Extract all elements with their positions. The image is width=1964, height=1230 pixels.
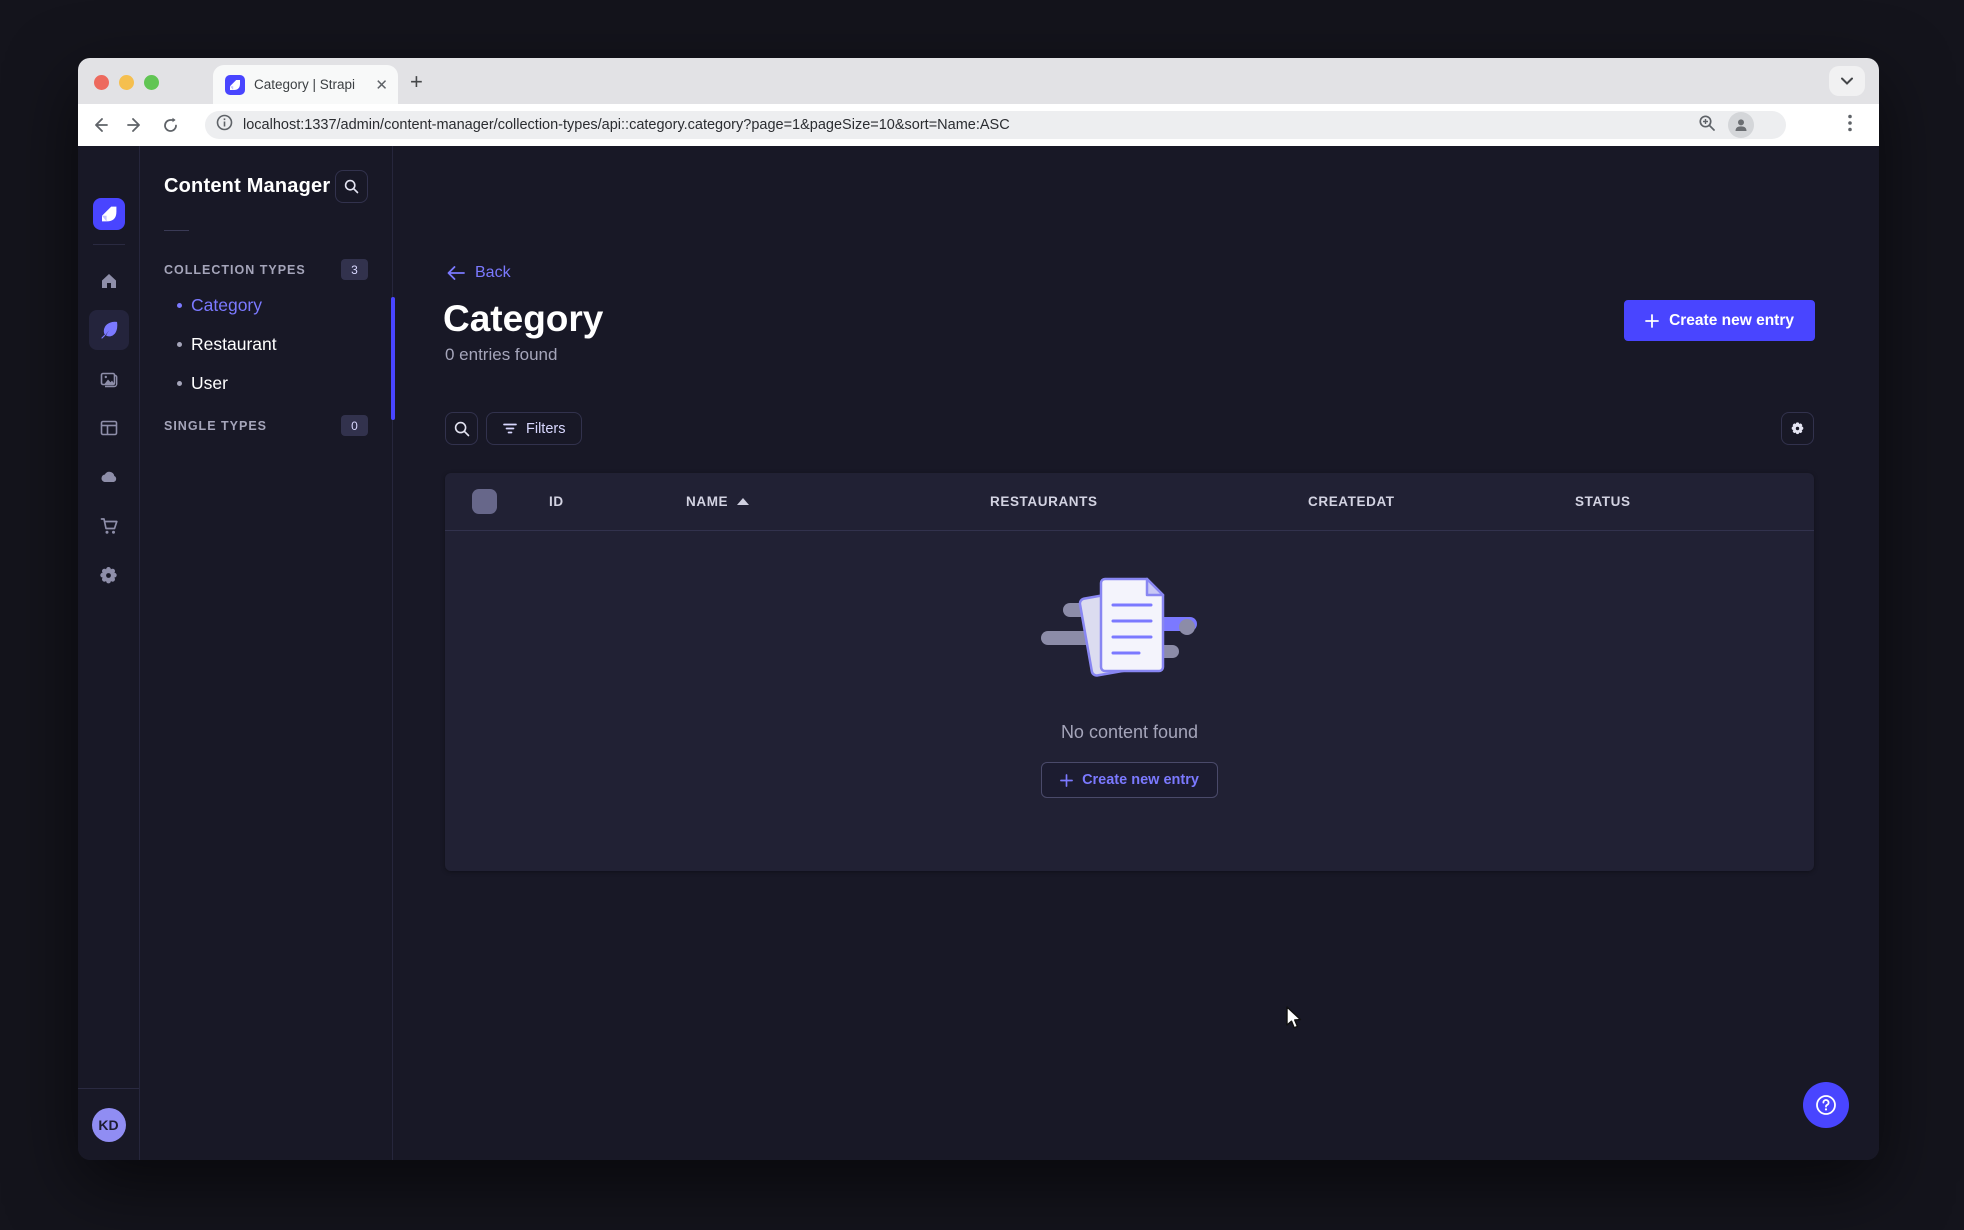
- subnav-item-label: User: [191, 373, 228, 393]
- empty-state: No content found Create new entry: [445, 531, 1814, 871]
- maximize-window-button[interactable]: [144, 75, 159, 90]
- sort-ascending-icon: [737, 498, 750, 505]
- site-info-icon[interactable]: [216, 114, 233, 136]
- main-content: Back Category 0 entries found Create new…: [393, 146, 1879, 1160]
- back-nav-icon[interactable]: [86, 104, 114, 146]
- collection-types-label: COLLECTION TYPES: [164, 262, 306, 277]
- collection-types-list: Category Restaurant User: [164, 286, 368, 403]
- back-arrow-icon: [447, 266, 465, 280]
- bullet-icon: [177, 303, 182, 308]
- collection-types-count-badge: 3: [341, 259, 368, 280]
- column-header-name[interactable]: NAME: [686, 494, 990, 509]
- url-bar[interactable]: localhost:1337/admin/content-manager/col…: [205, 111, 1786, 139]
- browser-profile-avatar[interactable]: [1728, 112, 1754, 138]
- filter-icon: [503, 423, 517, 434]
- sidebar-user-area: KD: [78, 1088, 139, 1160]
- column-header-id[interactable]: ID: [549, 494, 686, 509]
- bullet-icon: [177, 381, 182, 386]
- tab-close-icon[interactable]: ✕: [375, 76, 388, 94]
- filters-label: Filters: [526, 420, 566, 437]
- browser-tabstrip: Category | Strapi ✕ +: [78, 58, 1879, 104]
- sidebar-item-home[interactable]: [89, 261, 129, 301]
- browser-tab[interactable]: Category | Strapi ✕: [213, 65, 398, 104]
- subnav-item-label: Category: [191, 295, 263, 315]
- table-header-row: ID NAME RESTAURANTS CREATEDAT STATUS: [445, 473, 1814, 531]
- column-header-createdat[interactable]: CREATEDAT: [1308, 494, 1575, 509]
- sidebar-item-media-library[interactable]: [89, 359, 129, 399]
- column-header-name-label: NAME: [686, 494, 729, 509]
- sidebar-item-content-manager[interactable]: [88, 310, 129, 350]
- filters-button[interactable]: Filters: [486, 412, 583, 445]
- single-types-label: SINGLE TYPES: [164, 418, 267, 433]
- list-actions: Filters: [445, 412, 583, 445]
- browser-window: Category | Strapi ✕ + localhost:1337/adm…: [78, 58, 1879, 1160]
- content-manager-subnav: Content Manager COLLECTION TYPES 3 Categ…: [140, 146, 395, 1160]
- forward-nav-icon[interactable]: [121, 104, 149, 146]
- entries-table: ID NAME RESTAURANTS CREATEDAT STATUS No …: [445, 473, 1814, 871]
- no-content-illustration: [1040, 577, 1197, 677]
- subnav-item-label: Restaurant: [191, 334, 277, 354]
- empty-create-entry-button[interactable]: Create new entry: [1041, 762, 1218, 798]
- subnav-item-category[interactable]: Category: [164, 286, 368, 325]
- main-nav-sidebar: KD: [78, 146, 140, 1160]
- page-title: Category: [443, 298, 604, 339]
- desktop: Category | Strapi ✕ + localhost:1337/adm…: [0, 0, 1964, 1230]
- column-header-restaurants[interactable]: RESTAURANTS: [990, 494, 1308, 509]
- browser-toolbar: localhost:1337/admin/content-manager/col…: [78, 104, 1879, 146]
- sidebar-item-content-type-builder[interactable]: [89, 408, 129, 448]
- sidebar-item-settings[interactable]: [89, 555, 129, 595]
- window-controls: [94, 75, 159, 90]
- mouse-cursor: [1286, 1006, 1302, 1029]
- collection-types-header: COLLECTION TYPES 3: [164, 259, 368, 280]
- strapi-favicon: [225, 74, 245, 95]
- search-icon: [454, 421, 469, 436]
- view-settings-button[interactable]: [1781, 412, 1814, 445]
- subnav-item-user[interactable]: User: [164, 364, 368, 403]
- back-link[interactable]: Back: [447, 264, 511, 282]
- url-text: localhost:1337/admin/content-manager/col…: [243, 117, 1010, 133]
- subnav-title: Content Manager: [164, 175, 331, 197]
- select-all-checkbox[interactable]: [472, 489, 497, 514]
- new-tab-button[interactable]: +: [410, 70, 423, 94]
- question-icon: [1816, 1095, 1836, 1115]
- browser-menu-icon[interactable]: [1848, 114, 1852, 137]
- strapi-admin: KD Content Manager COLLECTION TYPES 3 Ca…: [78, 146, 1879, 1160]
- create-new-entry-label: Create new entry: [1669, 311, 1794, 329]
- strapi-logo[interactable]: [92, 198, 125, 230]
- column-header-status[interactable]: STATUS: [1575, 494, 1814, 509]
- sidebar-item-marketplace[interactable]: [89, 506, 129, 546]
- zoom-page-icon[interactable]: [1698, 114, 1716, 137]
- search-entries-button[interactable]: [445, 412, 478, 445]
- create-new-entry-button[interactable]: Create new entry: [1624, 300, 1815, 341]
- gear-icon: [1791, 422, 1804, 435]
- back-label: Back: [475, 264, 511, 281]
- subnav-divider: [164, 230, 189, 231]
- empty-state-message: No content found: [1060, 722, 1199, 742]
- close-window-button[interactable]: [94, 75, 109, 90]
- sidebar-divider: [92, 244, 125, 245]
- empty-create-entry-label: Create new entry: [1082, 772, 1199, 788]
- bullet-icon: [177, 342, 182, 347]
- subnav-item-restaurant[interactable]: Restaurant: [164, 325, 368, 364]
- minimize-window-button[interactable]: [119, 75, 134, 90]
- reload-icon[interactable]: [156, 104, 184, 146]
- subnav-search-button[interactable]: [335, 170, 368, 203]
- plus-icon: [1060, 773, 1073, 787]
- tab-search-chevron-icon[interactable]: [1829, 66, 1865, 96]
- plus-icon: [1645, 313, 1659, 328]
- single-types-count-badge: 0: [341, 415, 368, 436]
- help-button[interactable]: [1803, 1082, 1849, 1128]
- sidebar-item-deploy-cloud[interactable]: [89, 457, 129, 497]
- single-types-header: SINGLE TYPES 0: [164, 415, 368, 436]
- user-avatar[interactable]: KD: [91, 1107, 126, 1142]
- tab-title: Category | Strapi: [254, 77, 356, 92]
- entries-count: 0 entries found: [445, 345, 558, 364]
